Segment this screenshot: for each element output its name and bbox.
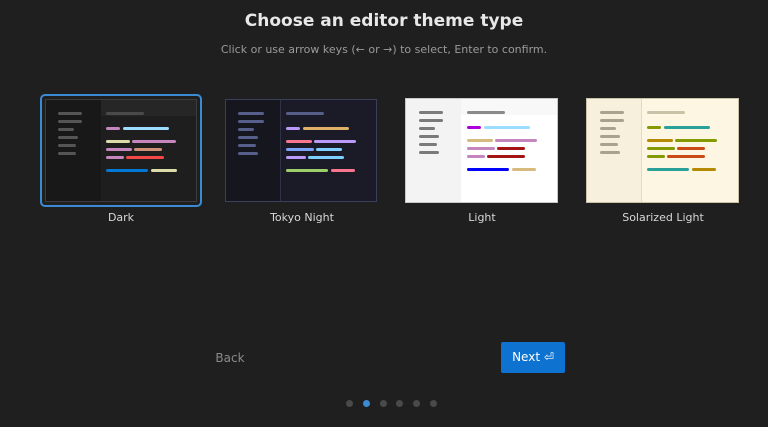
page-dot-active[interactable] [363,400,370,407]
theme-card-tokyo-night[interactable]: Tokyo Night [221,94,383,224]
theme-card-dark[interactable]: Dark [40,94,202,224]
next-button[interactable]: Next ⏎ [501,342,565,373]
theme-label-light: Light [468,211,496,224]
theme-preview-solarized-light [586,98,739,203]
theme-preview-light [405,98,558,203]
page-dot[interactable] [380,400,387,407]
back-button[interactable]: Back [202,345,258,371]
pagination-dots [342,400,442,410]
page-dot[interactable] [430,400,437,407]
theme-card-light[interactable]: Light [401,94,563,224]
theme-label-tokyo-night: Tokyo Night [270,211,334,224]
page-dot[interactable] [396,400,403,407]
page-title: Choose an editor theme type [244,11,524,31]
theme-preview-dark [45,99,197,202]
theme-preview-tokyo-night [225,99,377,202]
theme-picker-screen: Choose an editor theme type Click or use… [0,0,768,427]
theme-label-solarized-light: Solarized Light [622,211,704,224]
page-dot[interactable] [346,400,353,407]
theme-label-dark: Dark [107,211,135,224]
theme-card-solarized-light[interactable]: Solarized Light [582,94,744,224]
page-dot[interactable] [413,400,420,407]
page-subtitle: Click or use arrow keys (← or →) to sele… [220,43,548,56]
